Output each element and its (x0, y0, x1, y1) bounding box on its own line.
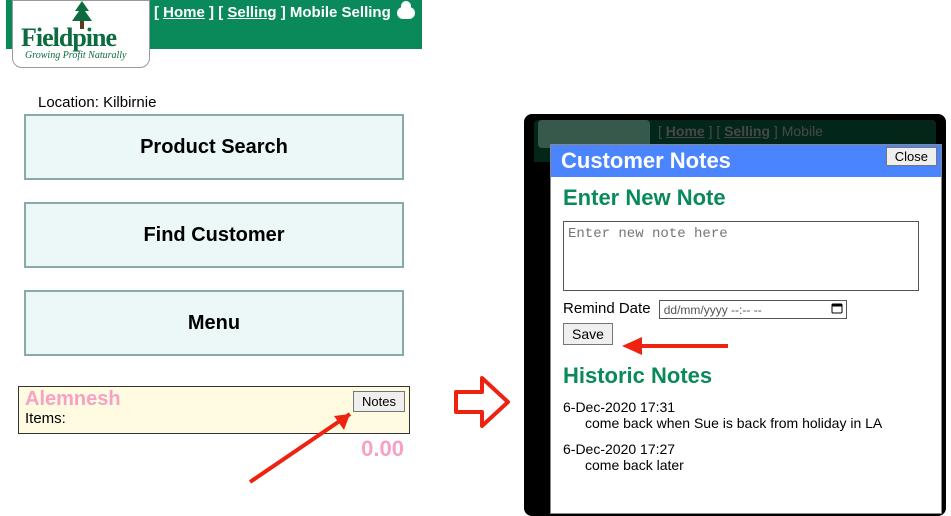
note-text: come back later (585, 457, 929, 473)
home-link[interactable]: Home (163, 4, 205, 21)
location-label: Location: (38, 94, 99, 111)
close-button[interactable]: Close (886, 147, 937, 166)
cloud-icon (397, 7, 415, 19)
menu-button[interactable]: Menu (24, 290, 404, 356)
remind-date-input[interactable]: dd/mm/yyyy --:-- -- (659, 300, 847, 319)
mobile-screen-dialog: [ Home ] [ Selling ] Mobile Customer Not… (524, 114, 946, 516)
annotation-arrow-transition (452, 374, 512, 430)
location-value: Kilbirnie (103, 94, 156, 111)
logo-slogan: Growing Profit Naturally (25, 50, 127, 61)
remind-row: Remind Date dd/mm/yyyy --:-- -- (563, 300, 929, 319)
customer-notes-dialog: Customer Notes Close Enter New Note Remi… (550, 144, 942, 514)
page-title: Mobile Selling (290, 4, 391, 21)
product-search-button[interactable]: Product Search (24, 114, 404, 180)
annotation-arrow-notes (240, 402, 380, 492)
selling-link[interactable]: Selling (227, 4, 276, 21)
logo: Fieldpine Growing Profit Naturally (12, 0, 150, 68)
dim-selling-link: Selling (724, 123, 770, 139)
annotation-arrow-save (620, 333, 730, 359)
dialog-title-bar: Customer Notes Close (551, 145, 941, 177)
note-text: come back when Sue is back from holiday … (585, 415, 929, 431)
dialog-title: Customer Notes (561, 148, 731, 173)
historic-note: 6-Dec-2020 17:27 come back later (563, 441, 929, 473)
historic-notes-heading: Historic Notes (563, 363, 929, 389)
dialog-body: Enter New Note Remind Date dd/mm/yyyy --… (551, 177, 941, 489)
note-textarea[interactable] (563, 221, 919, 291)
note-timestamp: 6-Dec-2020 17:27 (563, 441, 929, 457)
note-timestamp: 6-Dec-2020 17:31 (563, 399, 929, 415)
calendar-icon (831, 302, 843, 317)
header: [ Home ] [ Selling ] Mobile Selling Fiel… (6, 0, 422, 68)
location-line: Location: Kilbirnie (38, 94, 410, 111)
historic-note: 6-Dec-2020 17:31 come back when Sue is b… (563, 399, 929, 431)
logo-brand: Fieldpine (21, 23, 116, 53)
enter-note-heading: Enter New Note (563, 185, 929, 211)
find-customer-button[interactable]: Find Customer (24, 202, 404, 268)
dim-home-link: Home (666, 123, 705, 139)
date-placeholder: dd/mm/yyyy --:-- -- (664, 303, 762, 317)
remind-label: Remind Date (563, 300, 651, 317)
save-button[interactable]: Save (563, 323, 613, 345)
